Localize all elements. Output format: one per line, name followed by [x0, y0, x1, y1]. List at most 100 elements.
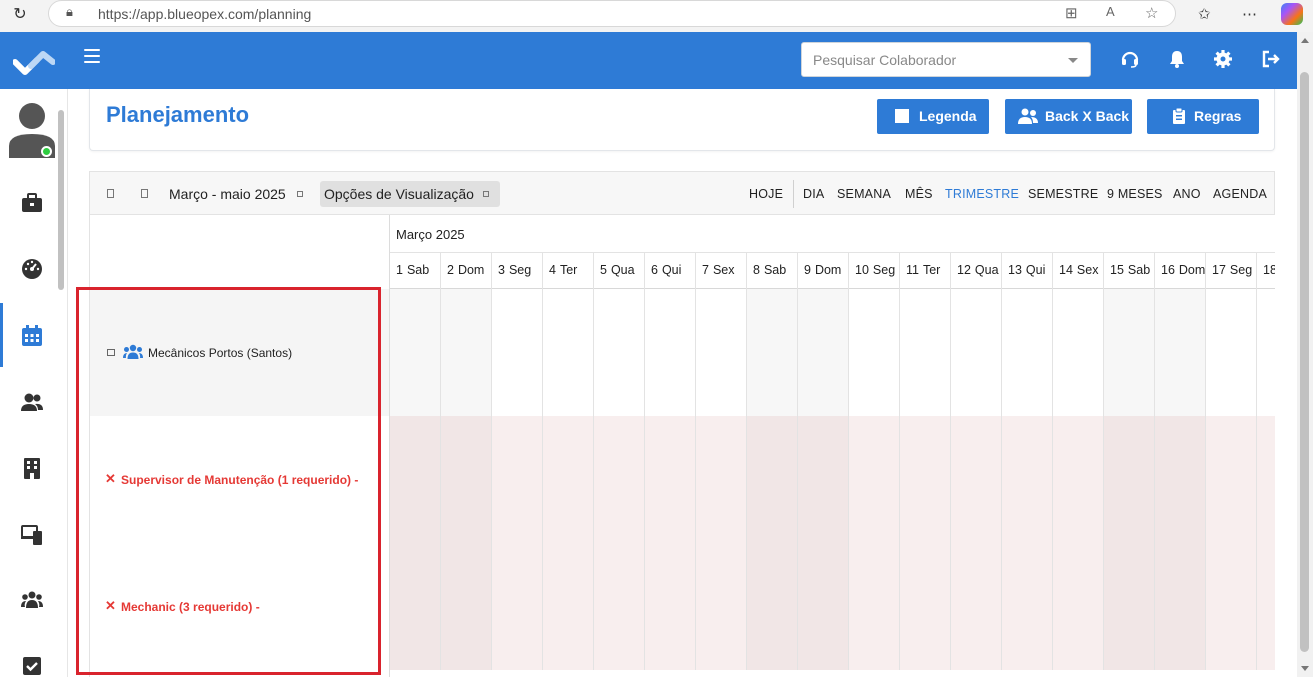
reload-icon[interactable]: ↻: [8, 3, 32, 27]
view-week-button[interactable]: SEMANA: [837, 187, 891, 201]
bell-icon[interactable]: [1167, 49, 1187, 69]
schedule-cell[interactable]: [747, 289, 798, 416]
next-period-icon[interactable]: [141, 189, 148, 198]
copilot-icon[interactable]: [1281, 3, 1303, 25]
sidebar-item-operations[interactable]: [0, 180, 64, 224]
schedule-cell[interactable]: [1155, 543, 1206, 670]
date-range-dropdown-icon[interactable]: [297, 191, 303, 197]
schedule-cell[interactable]: [492, 416, 543, 543]
schedule-cell[interactable]: [492, 289, 543, 416]
schedule-cell[interactable]: [1053, 416, 1104, 543]
schedule-cell[interactable]: [441, 416, 492, 543]
schedule-cell[interactable]: [951, 289, 1002, 416]
schedule-cell[interactable]: [543, 543, 594, 670]
favorites-icon[interactable]: ✩: [1198, 5, 1211, 23]
schedule-cell[interactable]: [390, 289, 441, 416]
schedule-cell[interactable]: [441, 543, 492, 670]
schedule-cell[interactable]: [645, 289, 696, 416]
schedule-cell[interactable]: [1053, 289, 1104, 416]
schedule-cell[interactable]: [1257, 289, 1275, 416]
schedule-cell[interactable]: [1104, 289, 1155, 416]
schedule-cell[interactable]: [1104, 416, 1155, 543]
schedule-cell[interactable]: [1206, 543, 1257, 670]
favorite-star-icon[interactable]: ☆: [1145, 4, 1158, 22]
view-month-button[interactable]: MÊS: [905, 187, 933, 201]
schedule-cell[interactable]: [1002, 416, 1053, 543]
view-agenda-button[interactable]: AGENDA: [1213, 187, 1267, 201]
schedule-cell[interactable]: [645, 416, 696, 543]
schedule-cell[interactable]: [1002, 289, 1053, 416]
schedule-cell[interactable]: [798, 416, 849, 543]
schedule-cell[interactable]: [747, 543, 798, 670]
view-year-button[interactable]: ANO: [1173, 187, 1201, 201]
schedule-cell[interactable]: [1206, 289, 1257, 416]
view-9-months-button[interactable]: 9 MESES: [1107, 187, 1163, 201]
schedule-cell[interactable]: [849, 543, 900, 670]
more-menu-icon[interactable]: ⋯: [1242, 5, 1257, 23]
menu-toggle-icon[interactable]: [84, 49, 100, 67]
headset-icon[interactable]: [1120, 49, 1140, 69]
schedule-cell[interactable]: [492, 543, 543, 670]
sidebar-item-devices[interactable]: [0, 511, 64, 555]
schedule-cell[interactable]: [1104, 543, 1155, 670]
view-options-button[interactable]: Opções de Visualização: [320, 181, 500, 207]
schedule-cell[interactable]: [900, 543, 951, 670]
schedule-cell[interactable]: [390, 416, 441, 543]
schedule-cell[interactable]: [441, 289, 492, 416]
schedule-cell[interactable]: [1257, 543, 1275, 670]
logo-icon[interactable]: [13, 46, 55, 76]
day-header-cell: 10 Seg: [849, 253, 900, 289]
schedule-cell[interactable]: [1155, 416, 1206, 543]
view-today-button[interactable]: HOJE: [749, 187, 783, 201]
schedule-cell[interactable]: [951, 543, 1002, 670]
read-aloud-icon[interactable]: A: [1106, 4, 1115, 19]
schedule-cell[interactable]: [1053, 543, 1104, 670]
sidebar-item-planning[interactable]: [0, 303, 64, 367]
page-scrollbar[interactable]: [1297, 32, 1313, 677]
view-quarter-button[interactable]: TRIMESTRE: [945, 187, 1019, 201]
date-range-label[interactable]: Março - maio 2025: [169, 186, 286, 202]
view-day-button[interactable]: DIA: [803, 187, 824, 201]
schedule-cell[interactable]: [543, 289, 594, 416]
schedule-cell[interactable]: [900, 416, 951, 543]
schedule-cell[interactable]: [696, 543, 747, 670]
schedule-cell[interactable]: [645, 543, 696, 670]
schedule-cell[interactable]: [747, 416, 798, 543]
schedule-cell[interactable]: [798, 543, 849, 670]
back-x-back-button[interactable]: Back X Back: [1005, 99, 1132, 134]
gear-icon[interactable]: [1213, 49, 1233, 69]
schedule-cell[interactable]: [696, 416, 747, 543]
sidebar-item-companies[interactable]: [0, 445, 64, 489]
view-semester-button[interactable]: SEMESTRE: [1028, 187, 1098, 201]
legend-button[interactable]: Legenda: [877, 99, 989, 134]
schedule-cell[interactable]: [1206, 416, 1257, 543]
schedule-cell[interactable]: [798, 289, 849, 416]
sidebar-item-users[interactable]: [0, 379, 64, 423]
scroll-up-icon[interactable]: [1301, 38, 1309, 43]
schedule-cell[interactable]: [1002, 543, 1053, 670]
schedule-cell[interactable]: [543, 416, 594, 543]
apps-icon[interactable]: ⊞: [1065, 4, 1078, 22]
schedule-cell[interactable]: [390, 543, 441, 670]
schedule-cell[interactable]: [594, 543, 645, 670]
schedule-cell[interactable]: [951, 416, 1002, 543]
schedule-cell[interactable]: [1155, 289, 1206, 416]
scroll-down-icon[interactable]: [1301, 666, 1309, 671]
schedule-cell[interactable]: [849, 289, 900, 416]
sidebar-item-dashboard[interactable]: [0, 246, 64, 290]
schedule-cell[interactable]: [594, 289, 645, 416]
address-bar[interactable]: 🔒︎ https://app.blueopex.com/planning ⊞ A…: [48, 0, 1176, 27]
schedule-cell[interactable]: [849, 416, 900, 543]
schedule-cell[interactable]: [696, 289, 747, 416]
sidebar-item-teams[interactable]: [0, 577, 64, 621]
logout-icon[interactable]: [1261, 49, 1281, 69]
schedule-cell[interactable]: [1257, 416, 1275, 543]
sidebar-item-tasks[interactable]: [0, 643, 64, 687]
page-scroll-thumb[interactable]: [1300, 72, 1309, 652]
collaborator-search-select[interactable]: Pesquisar Colaborador: [801, 42, 1091, 77]
prev-period-icon[interactable]: [107, 189, 114, 198]
calendar-icon: [22, 325, 42, 346]
rules-button[interactable]: Regras: [1147, 99, 1259, 134]
schedule-cell[interactable]: [594, 416, 645, 543]
schedule-cell[interactable]: [900, 289, 951, 416]
